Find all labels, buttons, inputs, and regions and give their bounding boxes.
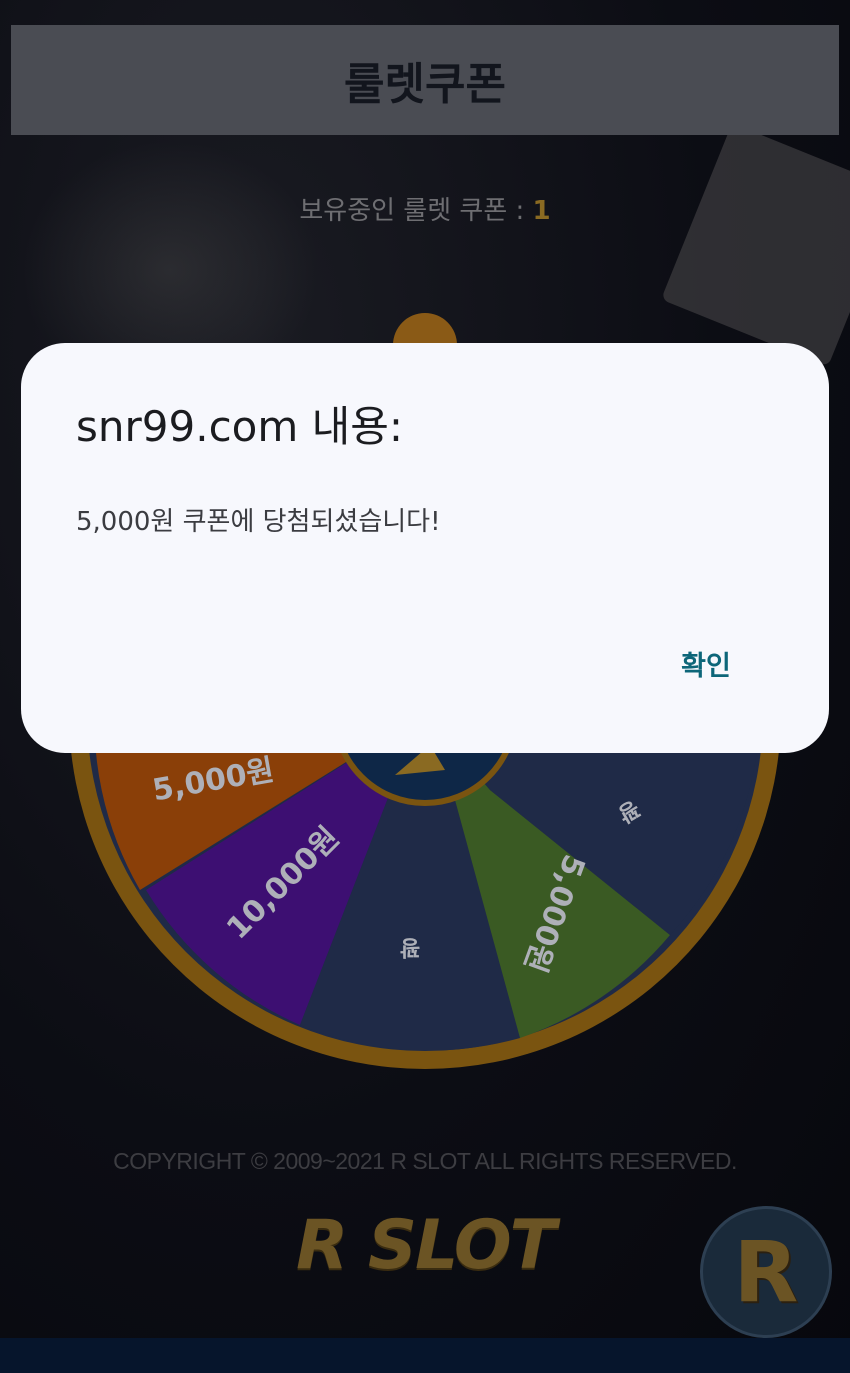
alert-dialog: snr99.com 내용: 5,000원 쿠폰에 당첨되셨습니다! 확인	[21, 343, 829, 753]
dialog-title: snr99.com 내용:	[76, 402, 404, 451]
copyright-text: COPYRIGHT © 2009~2021 R SLOT ALL RIGHTS …	[113, 1148, 737, 1174]
r-logo-icon: R	[733, 1223, 799, 1321]
dialog-message: 5,000원 쿠폰에 당첨되셨습니다!	[76, 507, 441, 537]
dialog-ok-button[interactable]: 확인	[651, 640, 761, 686]
wheel-label-blank-a: 꽝	[400, 934, 420, 959]
bottom-bar	[0, 1338, 850, 1373]
r-slot-float-button[interactable]: R	[700, 1206, 832, 1338]
